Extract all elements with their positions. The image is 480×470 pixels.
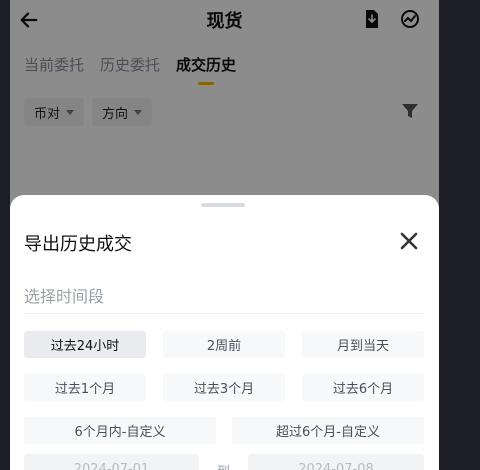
end-date-field[interactable]: 2024-07-08 xyxy=(248,454,424,470)
option-2-weeks[interactable]: 2周前 xyxy=(163,331,285,358)
option-past-1-month[interactable]: 过去1个月 xyxy=(24,374,146,401)
sheet-title: 导出历史成交 xyxy=(24,234,132,255)
export-bottom-sheet: 导出历史成交 选择时间段 过去24小时 2周前 月到当天 过去1个月 过去3个月… xyxy=(10,195,439,470)
option-past-24h[interactable]: 过去24小时 xyxy=(24,331,146,358)
option-custom-within-6-months[interactable]: 6个月内-自定义 xyxy=(24,417,216,444)
option-custom-over-6-months[interactable]: 超过6个月-自定义 xyxy=(232,417,424,444)
time-range-label: 选择时间段 xyxy=(24,287,105,306)
start-date-field[interactable]: 2024-07-01 xyxy=(24,454,199,470)
option-past-3-months[interactable]: 过去3个月 xyxy=(163,374,285,401)
phone-screen: 现货 当前委托 历史委托 成交历史 币对 方向 导出历史成交 选择时间段 过去2… xyxy=(10,0,439,470)
close-icon[interactable] xyxy=(399,231,419,251)
option-past-6-months[interactable]: 过去6个月 xyxy=(302,374,424,401)
divider xyxy=(24,313,425,314)
option-month-to-date[interactable]: 月到当天 xyxy=(302,331,424,358)
sheet-drag-handle[interactable] xyxy=(201,203,245,207)
date-range-separator: 到 xyxy=(217,461,230,470)
